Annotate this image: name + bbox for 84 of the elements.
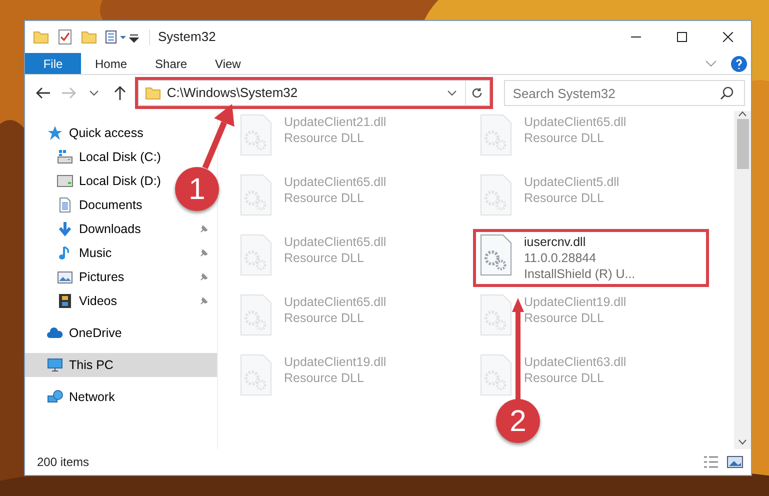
- nav-item[interactable]: This PC: [25, 353, 120, 377]
- cloud-icon: [47, 325, 63, 341]
- gear-file-icon: [240, 114, 272, 156]
- properties-icon[interactable]: [105, 29, 127, 45]
- expand-ribbon-icon[interactable]: [705, 60, 717, 68]
- nav-item[interactable]: Downloads: [25, 217, 147, 241]
- maximize-icon: [677, 32, 687, 42]
- gear-file-icon: [240, 234, 272, 276]
- chevron-down-icon: [89, 90, 100, 96]
- search-input[interactable]: Search System32: [504, 81, 720, 105]
- folder-icon: [33, 29, 49, 45]
- file-detail: Resource DLL: [284, 130, 365, 146]
- picture-icon: [57, 269, 73, 285]
- file-name: UpdateClient19.dll: [284, 354, 386, 370]
- file-detail: Resource DLL: [284, 370, 365, 386]
- file-name: UpdateClient65.dll: [524, 114, 626, 130]
- network-icon: [47, 389, 63, 405]
- file-tab[interactable]: File: [25, 53, 81, 74]
- nav-item[interactable]: Pictures: [25, 265, 130, 289]
- file-item[interactable]: iusercnv.dll 11.0.0.28844 InstallShield (R) U...: [476, 232, 706, 284]
- large-icons-view-icon[interactable]: [727, 455, 743, 469]
- star-icon: [47, 125, 63, 141]
- gear-file-icon: [480, 174, 512, 216]
- search-icon[interactable]: [720, 86, 734, 100]
- forward-arrow-icon: [62, 87, 76, 99]
- file-name: UpdateClient65.dll: [284, 234, 386, 250]
- nav-item[interactable]: Local Disk (D:): [25, 169, 167, 193]
- scroll-up-icon[interactable]: [738, 111, 747, 117]
- nav-item[interactable]: Network: [25, 385, 121, 409]
- gear-file-icon: [240, 354, 272, 396]
- checklist-icon: [57, 29, 73, 45]
- ribbon-tab[interactable]: Share: [141, 53, 202, 74]
- file-name: UpdateClient19.dll: [524, 294, 626, 310]
- gear-file-icon: [480, 114, 512, 156]
- file-name: UpdateClient5.dll: [524, 174, 620, 190]
- nav-item[interactable]: Local Disk (C:): [25, 145, 167, 169]
- file-detail: Resource DLL: [524, 370, 605, 386]
- gear-file-icon: [480, 354, 512, 396]
- gear-file-icon: [240, 294, 272, 336]
- gear-file-icon: [480, 234, 512, 276]
- document-icon: [57, 197, 73, 213]
- up-arrow-icon: [114, 86, 126, 100]
- file-detail: 11.0.0.28844: [524, 250, 598, 266]
- monitor-icon: [47, 357, 63, 373]
- drive-icon: [57, 173, 73, 189]
- scroll-down-icon[interactable]: [738, 439, 747, 445]
- drive-icon: [57, 149, 73, 165]
- nav-item[interactable]: Music: [25, 241, 118, 265]
- window-title: System32: [158, 28, 216, 46]
- file-name: UpdateClient65.dll: [284, 294, 386, 310]
- new-folder-icon: [81, 29, 97, 45]
- file-name: iusercnv.dll: [524, 234, 587, 250]
- refresh-icon: [471, 87, 484, 99]
- chevron-down-icon[interactable]: [446, 90, 457, 96]
- back-arrow-icon: [36, 87, 50, 99]
- file-name: UpdateClient63.dll: [524, 354, 626, 370]
- address-field[interactable]: C:\Windows\System32: [138, 80, 490, 106]
- file-detail: InstallShield (R) U...: [524, 266, 636, 282]
- nav-item[interactable]: Videos: [25, 289, 123, 313]
- file-detail: Resource DLL: [524, 130, 605, 146]
- file-detail: Resource DLL: [524, 190, 605, 206]
- ribbon-tab[interactable]: View: [201, 53, 255, 74]
- film-icon: [57, 293, 73, 309]
- file-detail: Resource DLL: [284, 310, 365, 326]
- file-detail: Resource DLL: [284, 190, 365, 206]
- file-name: UpdateClient21.dll: [284, 114, 386, 130]
- details-view-icon[interactable]: [703, 455, 719, 469]
- nav-item[interactable]: OneDrive: [25, 321, 128, 345]
- nav-item[interactable]: Documents: [25, 193, 148, 217]
- nav-item[interactable]: Quick access: [25, 121, 150, 145]
- search-field[interactable]: Search System32: [504, 80, 745, 106]
- down-arrow-icon: [57, 221, 73, 237]
- arrow: [202, 104, 234, 170]
- file-detail: Resource DLL: [284, 250, 365, 266]
- file-name: UpdateClient65.dll: [284, 174, 386, 190]
- folder-icon: [144, 85, 161, 101]
- gear-file-icon: [480, 294, 512, 336]
- ribbon-tab[interactable]: Home: [81, 53, 142, 74]
- close-icon: [723, 32, 733, 42]
- scrollbar-thumb[interactable]: [736, 119, 748, 169]
- file-detail: Resource DLL: [524, 310, 605, 326]
- item-count: 200 items: [37, 454, 90, 471]
- help-icon[interactable]: [731, 56, 747, 72]
- gear-file-icon: [240, 174, 272, 216]
